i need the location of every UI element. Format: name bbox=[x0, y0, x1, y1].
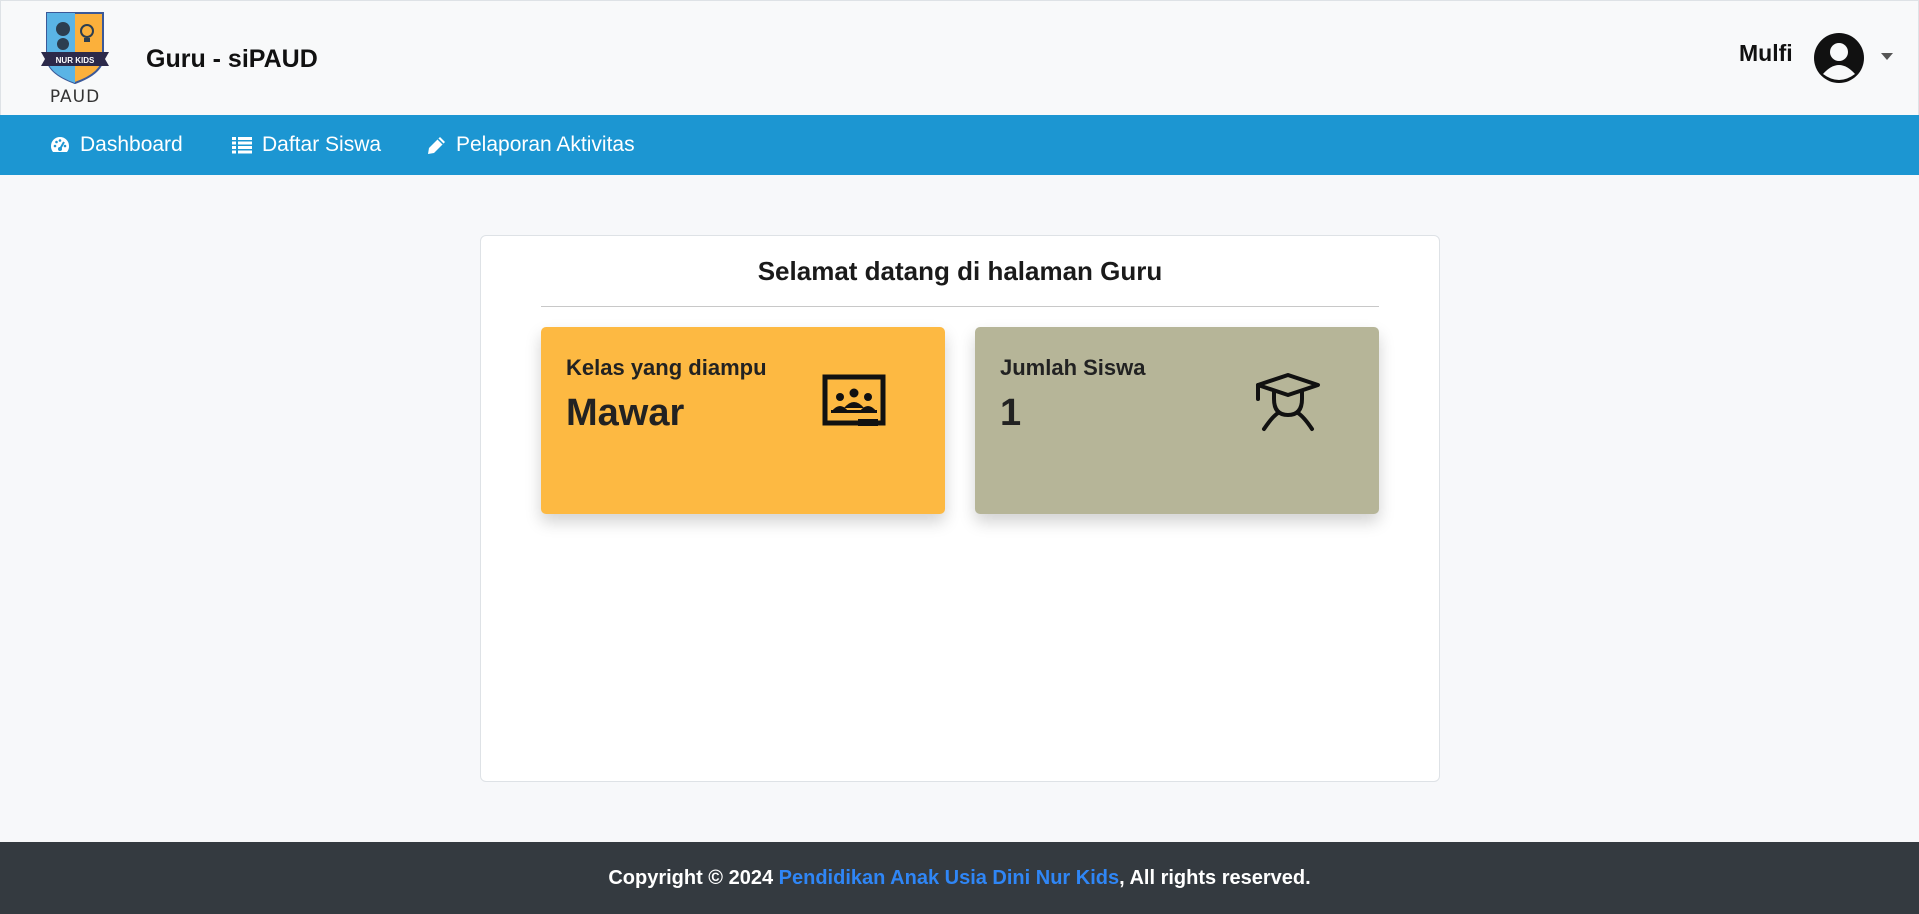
nav-item-dashboard[interactable]: Dashboard bbox=[50, 115, 183, 175]
svg-text:NUR KIDS: NUR KIDS bbox=[56, 56, 95, 65]
nav-item-daftar-siswa[interactable]: Daftar Siswa bbox=[232, 115, 381, 175]
user-menu-caret-icon[interactable] bbox=[1881, 53, 1893, 60]
divider bbox=[541, 306, 1379, 307]
dashboard-panel: Selamat datang di halaman Guru Kelas yan… bbox=[480, 235, 1440, 782]
classroom-icon bbox=[822, 374, 886, 426]
organization-link[interactable]: Pendidikan Anak Usia Dini Nur Kids bbox=[779, 867, 1119, 890]
tachometer-icon bbox=[50, 137, 70, 152]
copyright-suffix: , All rights reserved. bbox=[1119, 866, 1311, 889]
list-icon bbox=[232, 137, 252, 154]
page-footer: Copyright © 2024 Pendidikan Anak Usia Di… bbox=[0, 842, 1919, 914]
nav-item-label: Pelaporan Aktivitas bbox=[456, 133, 635, 156]
class-card: Kelas yang diampu Mawar bbox=[541, 327, 945, 514]
student-count-card: Jumlah Siswa 1 bbox=[975, 327, 1379, 514]
main-navbar: Dashboard Daftar Siswa Pelaporan Aktivit… bbox=[0, 115, 1919, 175]
copyright-prefix: Copyright © 2024 bbox=[608, 866, 779, 889]
nav-item-label: Dashboard bbox=[80, 133, 183, 156]
graduate-student-icon bbox=[1256, 373, 1320, 431]
top-header: NUR KIDS PAUD Guru - siPAUD Mulfi bbox=[0, 0, 1919, 115]
paud-logo[interactable]: NUR KIDS PAUD bbox=[41, 11, 109, 109]
student-count-value: 1 bbox=[1000, 392, 1022, 434]
nav-item-pelaporan-aktivitas[interactable]: Pelaporan Aktivitas bbox=[427, 115, 635, 175]
class-card-value: Mawar bbox=[566, 392, 685, 434]
student-count-label: Jumlah Siswa bbox=[1000, 355, 1146, 380]
user-name[interactable]: Mulfi bbox=[1739, 40, 1793, 67]
pencil-icon bbox=[428, 136, 445, 154]
user-avatar-icon[interactable] bbox=[1813, 32, 1865, 84]
app-title: Guru - siPAUD bbox=[146, 45, 318, 73]
nav-item-label: Daftar Siswa bbox=[262, 133, 382, 156]
logo-badge-icon: NUR KIDS bbox=[41, 12, 109, 85]
logo-text: PAUD bbox=[49, 87, 101, 107]
class-card-label: Kelas yang diampu bbox=[566, 355, 767, 380]
welcome-title: Selamat datang di halaman Guru bbox=[757, 256, 1163, 286]
